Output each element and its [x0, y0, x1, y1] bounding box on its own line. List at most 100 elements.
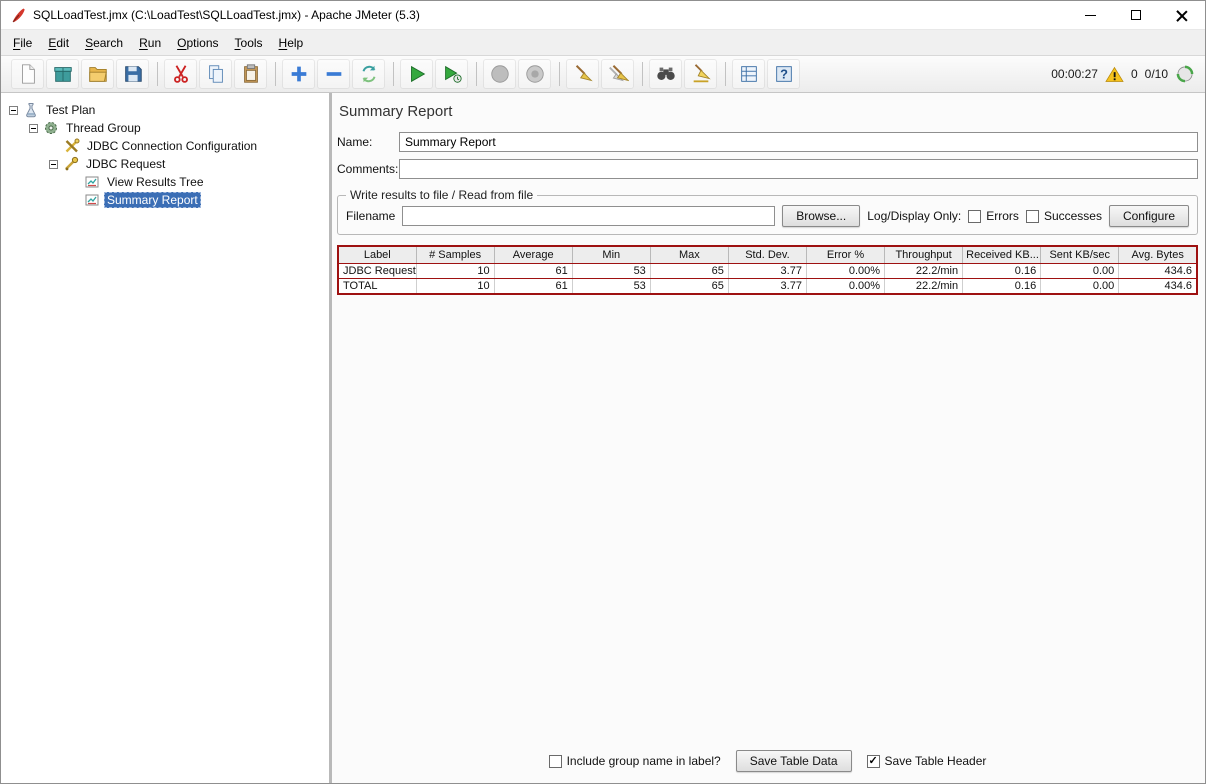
- include-group-name-checkbox[interactable]: Include group name in label?: [549, 754, 721, 768]
- tree-item-test-plan[interactable]: Test Plan: [3, 101, 327, 119]
- title-bar[interactable]: SQLLoadTest.jmx (C:\LoadTest\SQLLoadTest…: [1, 1, 1205, 30]
- paste-clipboard-icon: [240, 63, 262, 85]
- function-helper-button[interactable]: [732, 59, 765, 89]
- start-button[interactable]: [400, 59, 433, 89]
- jmeter-window: SQLLoadTest.jmx (C:\LoadTest\SQLLoadTest…: [0, 0, 1206, 784]
- maximize-button[interactable]: [1113, 1, 1159, 29]
- help-button[interactable]: ?: [767, 59, 800, 89]
- log-display-only-label: Log/Display Only:: [867, 209, 961, 223]
- search-binoculars-icon: [655, 63, 677, 85]
- table-column-header[interactable]: Label: [338, 246, 416, 264]
- open-folder-icon: [87, 63, 109, 85]
- collapse-all-button[interactable]: [317, 59, 350, 89]
- menu-run[interactable]: Run: [131, 32, 169, 54]
- menu-edit[interactable]: Edit: [40, 32, 77, 54]
- summary-report-icon: [84, 192, 100, 208]
- minimize-icon: [1085, 15, 1096, 16]
- clear-all-broom-icon: [607, 63, 629, 85]
- name-input[interactable]: [399, 132, 1198, 152]
- configure-button[interactable]: Configure: [1109, 205, 1189, 227]
- tree-item-view-results-tree[interactable]: View Results Tree: [3, 173, 327, 191]
- page-title: Summary Report: [339, 103, 1198, 120]
- shutdown-button[interactable]: [518, 59, 551, 89]
- table-column-header[interactable]: Received KB...: [963, 246, 1041, 264]
- stop-button[interactable]: [483, 59, 516, 89]
- jdbc-connection-configuration-icon: [64, 138, 80, 154]
- table-cell: 3.77: [728, 279, 806, 295]
- tree-item-thread-group[interactable]: Thread Group: [3, 119, 327, 137]
- table-cell: 0.00%: [806, 264, 884, 279]
- table-cell: 53: [572, 279, 650, 295]
- menu-file[interactable]: File: [5, 32, 40, 54]
- tree-item-jdbc-request[interactable]: JDBC Request: [3, 155, 327, 173]
- comments-input[interactable]: [399, 159, 1198, 179]
- thread-group-icon: [43, 120, 59, 136]
- errors-checkbox[interactable]: Errors: [968, 209, 1019, 223]
- table-column-header[interactable]: Error %: [806, 246, 884, 264]
- collapse-handle-icon[interactable]: [9, 106, 18, 115]
- table-column-header[interactable]: Sent KB/sec: [1041, 246, 1119, 264]
- collapse-handle-icon[interactable]: [29, 124, 38, 133]
- table-footer-controls: Include group name in label? Save Table …: [337, 750, 1198, 775]
- include-group-name-label: Include group name in label?: [567, 754, 721, 768]
- collapse-handle-icon[interactable]: [49, 160, 58, 169]
- templates-button[interactable]: [46, 59, 79, 89]
- threads-health-icon[interactable]: [1175, 64, 1195, 84]
- copy-button[interactable]: [199, 59, 232, 89]
- filename-input[interactable]: [402, 206, 775, 226]
- open-file-button[interactable]: [81, 59, 114, 89]
- toolbar-separator: [393, 62, 394, 86]
- successes-checkbox-box[interactable]: [1026, 210, 1039, 223]
- minimize-button[interactable]: [1067, 1, 1113, 29]
- menu-tools[interactable]: Tools: [227, 32, 271, 54]
- clear-all-button[interactable]: [601, 59, 634, 89]
- table-row[interactable]: TOTAL 10 61 53 65 3.77 0.00% 22.2/min 0.…: [338, 279, 1197, 295]
- include-group-name-checkbox-box[interactable]: [549, 755, 562, 768]
- minus-icon: [323, 63, 345, 85]
- warning-icon[interactable]: [1105, 66, 1124, 83]
- table-row[interactable]: JDBC Request 10 61 53 65 3.77 0.00% 22.2…: [338, 264, 1197, 279]
- tree-item-label: View Results Tree: [104, 174, 207, 190]
- save-table-header-checkbox[interactable]: ✓ Save Table Header: [867, 754, 987, 768]
- new-file-button[interactable]: [11, 59, 44, 89]
- close-button[interactable]: [1159, 1, 1205, 29]
- summary-report-panel: Summary Report Name: Comments: Write res…: [332, 93, 1205, 783]
- cut-button[interactable]: [164, 59, 197, 89]
- write-results-fieldset: Write results to file / Read from file F…: [337, 188, 1198, 235]
- errors-checkbox-box[interactable]: [968, 210, 981, 223]
- menu-search[interactable]: Search: [77, 32, 131, 54]
- clear-button[interactable]: [566, 59, 599, 89]
- search-button[interactable]: [649, 59, 682, 89]
- successes-checkbox[interactable]: Successes: [1026, 209, 1102, 223]
- table-column-header[interactable]: Throughput: [885, 246, 963, 264]
- table-column-header[interactable]: Min: [572, 246, 650, 264]
- table-column-header[interactable]: Avg. Bytes: [1119, 246, 1197, 264]
- tree-item-label: Test Plan: [43, 102, 98, 118]
- save-table-header-checkbox-box[interactable]: ✓: [867, 755, 880, 768]
- save-table-data-button[interactable]: Save Table Data: [736, 750, 852, 772]
- copy-icon: [205, 63, 227, 85]
- successes-checkbox-label: Successes: [1044, 209, 1102, 223]
- expand-all-button[interactable]: [282, 59, 315, 89]
- tree-item-jdbc-connection-configuration[interactable]: JDBC Connection Configuration: [3, 137, 327, 155]
- save-button[interactable]: [116, 59, 149, 89]
- tree-item-summary-report[interactable]: Summary Report: [3, 191, 327, 209]
- search-reset-button[interactable]: [684, 59, 717, 89]
- window-controls: [1067, 1, 1205, 29]
- paste-button[interactable]: [234, 59, 267, 89]
- table-column-header[interactable]: Max: [650, 246, 728, 264]
- menu-help[interactable]: Help: [271, 32, 312, 54]
- start-no-timers-button[interactable]: [435, 59, 468, 89]
- save-table-header-label: Save Table Header: [885, 754, 987, 768]
- cut-scissors-icon: [170, 63, 192, 85]
- toggle-button[interactable]: [352, 59, 385, 89]
- table-cell: 0.16: [963, 279, 1041, 295]
- table-cell: 10: [416, 279, 494, 295]
- table-column-header[interactable]: Std. Dev.: [728, 246, 806, 264]
- table-column-header[interactable]: # Samples: [416, 246, 494, 264]
- table-column-header[interactable]: Average: [494, 246, 572, 264]
- table-cell: 0.00: [1041, 264, 1119, 279]
- elapsed-time: 00:00:27: [1051, 67, 1098, 81]
- browse-button[interactable]: Browse...: [782, 205, 860, 227]
- menu-options[interactable]: Options: [169, 32, 226, 54]
